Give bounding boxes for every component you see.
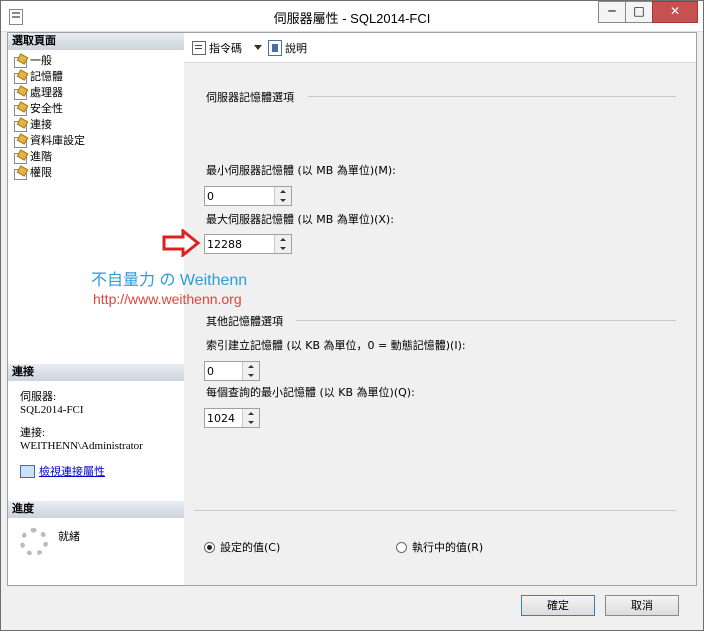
- page-icon: [13, 167, 27, 180]
- server-memory-group-title: 伺服器記憶體選項: [206, 91, 294, 104]
- page-item-memory[interactable]: 記憶體: [13, 69, 85, 85]
- page-item-advanced[interactable]: 進階: [13, 149, 85, 165]
- help-icon: [268, 39, 282, 56]
- increment-button[interactable]: [243, 362, 259, 371]
- min-memory-stepper[interactable]: 0: [204, 186, 292, 206]
- toolbar: 指令碼 說明: [184, 33, 696, 63]
- connection-value: WEITHENN\Administrator: [20, 440, 143, 452]
- page-icon: [13, 119, 27, 132]
- server-label: 伺服器:: [20, 391, 57, 403]
- max-memory-stepper[interactable]: 12288: [204, 234, 292, 254]
- page-icon: [13, 71, 27, 84]
- main-pane: 指令碼 說明 伺服器記憶體選項 最小伺服器記憶體 (以 MB 為單位)(M): …: [184, 32, 697, 586]
- page-item-general[interactable]: 一般: [13, 53, 85, 69]
- view-connection-properties[interactable]: 檢視連接屬性: [20, 463, 105, 479]
- group-divider: [296, 320, 676, 321]
- configured-values-radio[interactable]: 設定的值(C): [204, 539, 280, 555]
- watermark-url: http://www.weithenn.org: [93, 291, 242, 307]
- other-memory-group-title: 其他記憶體選項: [206, 315, 283, 328]
- increment-button[interactable]: [275, 235, 291, 244]
- connection-label: 連接:: [20, 427, 46, 439]
- page-item-processors[interactable]: 處理器: [13, 85, 85, 101]
- page-icon: [13, 103, 27, 116]
- page-item-connections[interactable]: 連接: [13, 117, 85, 133]
- page-item-permissions[interactable]: 權限: [13, 165, 85, 181]
- index-memory-stepper[interactable]: 0: [204, 361, 260, 381]
- ok-button[interactable]: 確定: [521, 595, 595, 616]
- progress-header: 進度: [8, 501, 184, 518]
- connection-properties-icon: [20, 464, 35, 478]
- script-icon: [192, 40, 206, 55]
- increment-button[interactable]: [275, 187, 291, 196]
- group-divider: [308, 96, 676, 97]
- script-button[interactable]: 指令碼: [192, 40, 262, 56]
- status-text: 就緒: [58, 530, 80, 543]
- decrement-button[interactable]: [243, 418, 259, 427]
- connection-info: 伺服器: SQL2014-FCI 連接: WEITHENN\Administra…: [20, 391, 143, 453]
- page-icon: [13, 87, 27, 100]
- arrow-right-icon: [162, 229, 201, 257]
- query-memory-stepper[interactable]: 1024: [204, 408, 260, 428]
- page-item-database-settings[interactable]: 資料庫設定: [13, 133, 85, 149]
- help-button[interactable]: 說明: [268, 39, 307, 56]
- view-connection-properties-link[interactable]: 檢視連接屬性: [39, 463, 105, 479]
- page-icon: [13, 55, 27, 68]
- connection-header: 連接: [8, 364, 184, 381]
- index-memory-label: 索引建立記憶體 (以 KB 為單位，0 = 動態記憶體)(I):: [206, 339, 466, 352]
- page-icon: [13, 135, 27, 148]
- increment-button[interactable]: [243, 409, 259, 418]
- chevron-down-icon[interactable]: [254, 45, 262, 50]
- min-memory-label: 最小伺服器記憶體 (以 MB 為單位)(M):: [206, 164, 396, 177]
- decrement-button[interactable]: [275, 244, 291, 253]
- query-memory-label: 每個查詢的最小記憶體 (以 KB 為單位)(Q):: [206, 386, 415, 399]
- decrement-button[interactable]: [243, 371, 259, 380]
- cancel-button[interactable]: 取消: [605, 595, 679, 616]
- select-page-header: 選取頁面: [8, 33, 184, 50]
- divider: [194, 510, 676, 511]
- server-value: SQL2014-FCI: [20, 404, 84, 416]
- progress-spinner-icon: [20, 528, 48, 556]
- watermark-title: 不自量力 の Weithenn: [91, 272, 248, 289]
- decrement-button[interactable]: [275, 196, 291, 205]
- page-icon: [13, 151, 27, 164]
- left-pane: 選取頁面 一般 記憶體 處理器 安全性 連接 資料庫設定 進階 權限 連接 伺服…: [7, 32, 185, 586]
- close-button[interactable]: ✕: [652, 1, 698, 23]
- page-item-security[interactable]: 安全性: [13, 101, 85, 117]
- server-properties-dialog: 伺服器屬性 - SQL2014-FCI ─ □ ✕ 選取頁面 一般 記憶體 處理…: [0, 0, 704, 631]
- maximize-button[interactable]: □: [625, 1, 653, 23]
- minimize-button[interactable]: ─: [598, 1, 626, 23]
- title-bar[interactable]: 伺服器屬性 - SQL2014-FCI ─ □ ✕: [1, 1, 703, 32]
- max-memory-label: 最大伺服器記憶體 (以 MB 為單位)(X):: [206, 213, 394, 226]
- page-list: 一般 記憶體 處理器 安全性 連接 資料庫設定 進階 權限: [13, 53, 85, 181]
- running-values-radio[interactable]: 執行中的值(R): [396, 539, 483, 555]
